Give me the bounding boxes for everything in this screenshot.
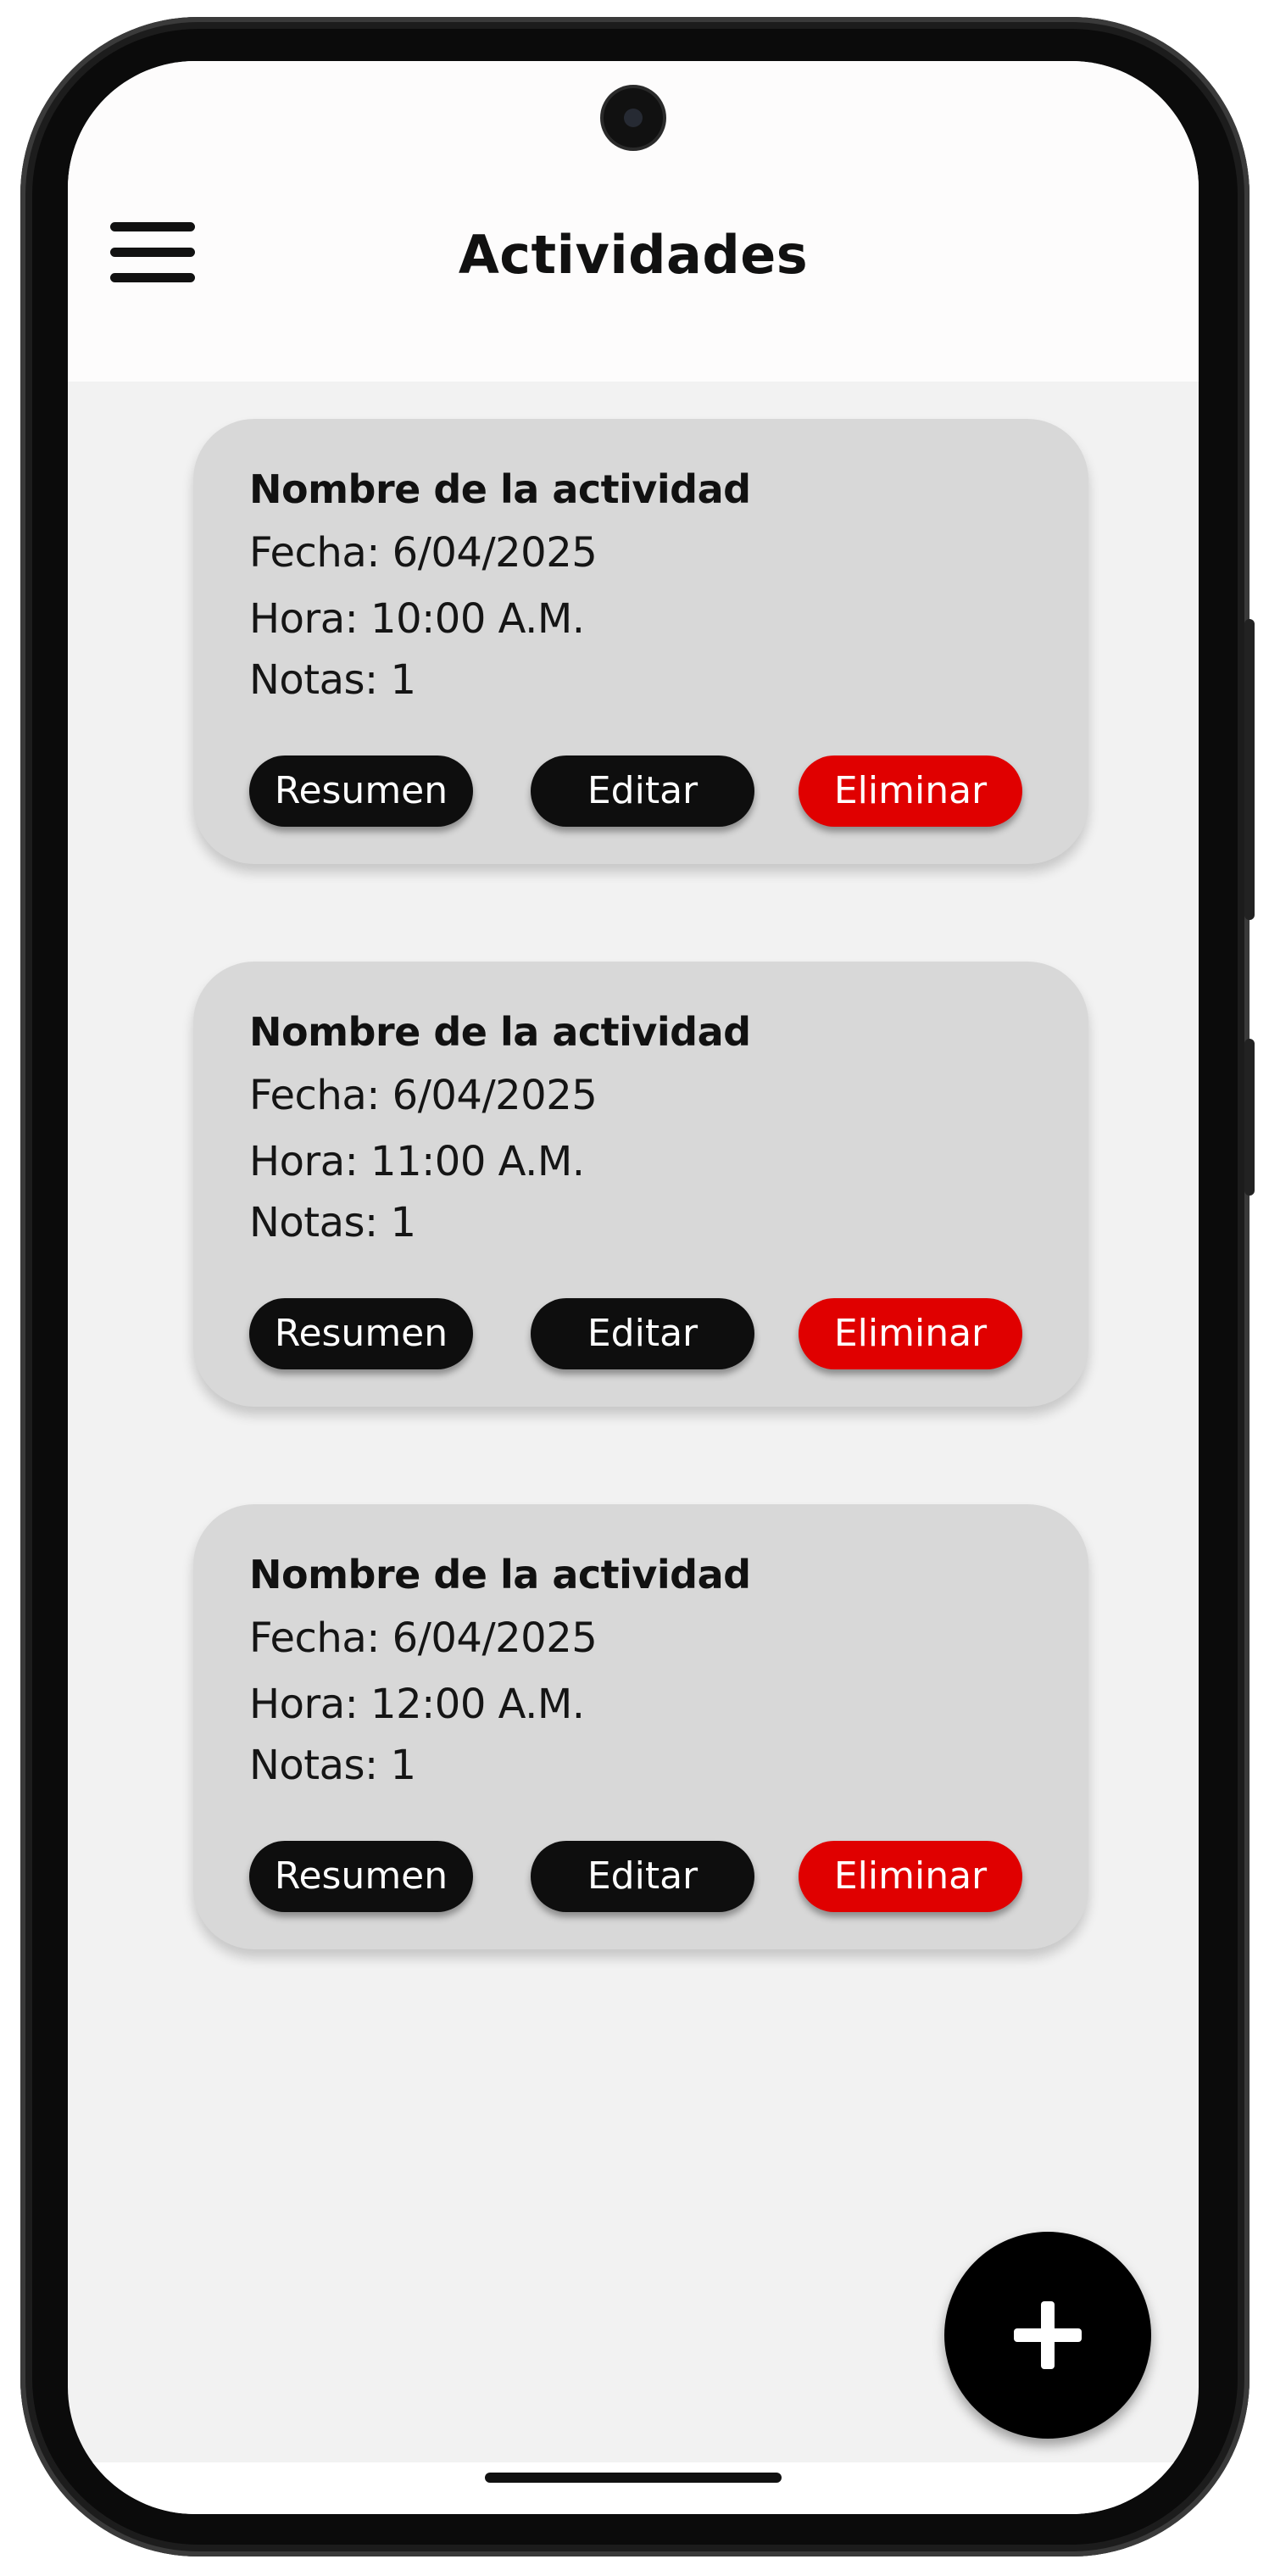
- power-button: [1244, 619, 1255, 920]
- front-camera: [604, 88, 663, 148]
- activity-notes: Notas: 1: [249, 1199, 416, 1246]
- activity-name: Nombre de la actividad: [249, 1552, 751, 1597]
- activity-date: Fecha: 6/04/2025: [249, 1072, 598, 1119]
- activity-time: Hora: 11:00 A.M.: [249, 1138, 585, 1185]
- edit-button[interactable]: Editar: [531, 1298, 754, 1369]
- activity-card: Nombre de la actividad Fecha: 6/04/2025 …: [193, 962, 1088, 1407]
- activity-card: Nombre de la actividad Fecha: 6/04/2025 …: [193, 1504, 1088, 1949]
- volume-button: [1244, 1039, 1255, 1196]
- home-indicator[interactable]: [485, 2473, 782, 2483]
- activity-name: Nombre de la actividad: [249, 466, 751, 512]
- bottom-bar: [68, 2462, 1199, 2514]
- activity-notes: Notas: 1: [249, 1742, 416, 1789]
- edit-button[interactable]: Editar: [531, 1841, 754, 1912]
- delete-button[interactable]: Eliminar: [799, 756, 1022, 827]
- activity-name: Nombre de la actividad: [249, 1009, 751, 1055]
- delete-button[interactable]: Eliminar: [799, 1298, 1022, 1369]
- summary-button[interactable]: Resumen: [249, 1841, 473, 1912]
- summary-button[interactable]: Resumen: [249, 756, 473, 827]
- page-title: Actividades: [458, 224, 809, 286]
- activity-date: Fecha: 6/04/2025: [249, 529, 598, 577]
- summary-button[interactable]: Resumen: [249, 1298, 473, 1369]
- activity-notes: Notas: 1: [249, 656, 416, 704]
- activity-time: Hora: 12:00 A.M.: [249, 1681, 585, 1728]
- activity-card: Nombre de la actividad Fecha: 6/04/2025 …: [193, 419, 1088, 864]
- delete-button[interactable]: Eliminar: [799, 1841, 1022, 1912]
- add-activity-button[interactable]: [944, 2232, 1151, 2439]
- activity-time: Hora: 10:00 A.M.: [249, 595, 585, 643]
- activity-date: Fecha: 6/04/2025: [249, 1614, 598, 1662]
- edit-button[interactable]: Editar: [531, 756, 754, 827]
- app-screen: Actividades Nombre de la actividad Fecha…: [68, 61, 1199, 2514]
- plus-icon: [1014, 2328, 1082, 2342]
